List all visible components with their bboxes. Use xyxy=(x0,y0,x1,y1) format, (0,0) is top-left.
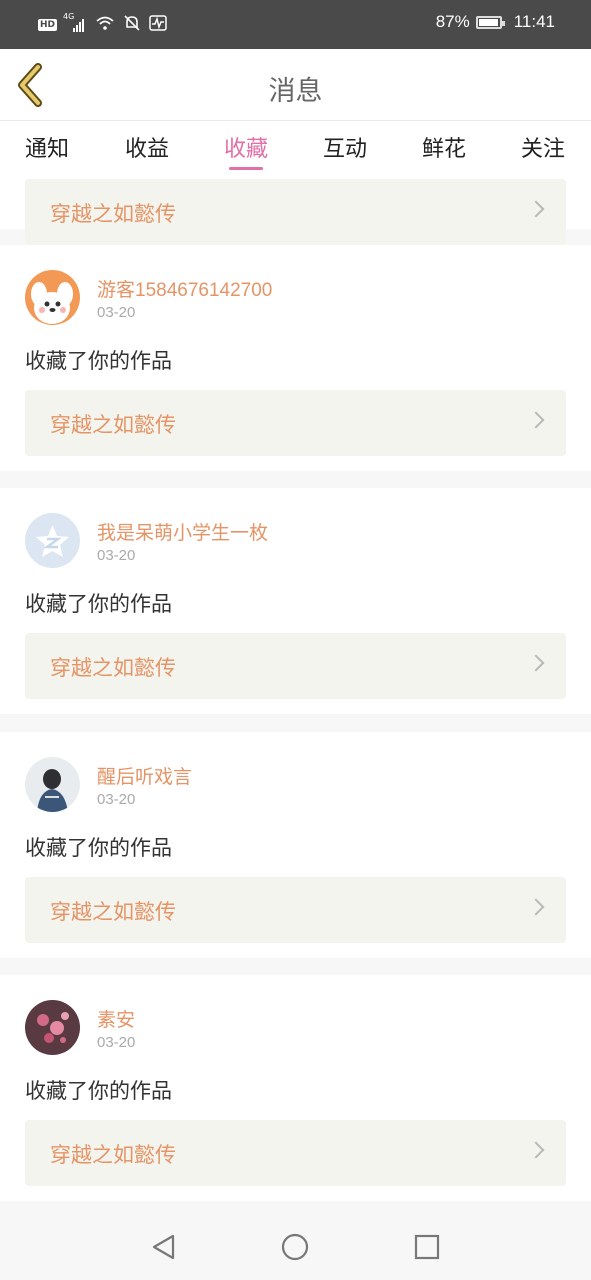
work-title: 穿越之如懿传 xyxy=(50,413,176,437)
feed-card-partial: 穿越之如懿传 xyxy=(0,179,591,245)
date: 03-20 xyxy=(97,547,136,564)
header: 消息 xyxy=(0,49,591,121)
tab-follow[interactable]: 关注 xyxy=(508,131,578,163)
back-triangle-icon[interactable] xyxy=(150,1233,178,1261)
default-star-avatar-icon[interactable] xyxy=(25,513,80,568)
chevron-right-icon xyxy=(527,200,545,218)
username[interactable]: 醒后听戏言 xyxy=(97,762,192,789)
active-tab-indicator xyxy=(229,167,263,170)
feed-card: 醒后听戏言 03-20 收藏了你的作品 穿越之如懿传 xyxy=(0,732,591,958)
work-link[interactable]: 穿越之如懿传 xyxy=(25,390,566,456)
chevron-right-icon xyxy=(527,1141,545,1159)
network-type: 4G xyxy=(63,12,75,21)
username[interactable]: 素安 xyxy=(97,1005,135,1032)
feed-card: 素安 03-20 收藏了你的作品 穿越之如懿传 xyxy=(0,975,591,1201)
tab-label: 收藏 xyxy=(223,137,268,162)
chevron-right-icon xyxy=(527,654,545,672)
chevron-right-icon xyxy=(527,411,545,429)
mute-icon xyxy=(123,14,141,36)
action-text: 收藏了你的作品 xyxy=(25,592,172,616)
feed-card: 我是呆萌小学生一枚 03-20 收藏了你的作品 穿越之如懿传 xyxy=(0,488,591,714)
signal-icon: 4G xyxy=(63,12,87,33)
puppy-avatar-icon[interactable] xyxy=(25,270,80,325)
tab-flowers[interactable]: 鲜花 xyxy=(409,131,479,163)
tab-favorites[interactable]: 收藏 xyxy=(211,131,281,170)
tab-bar: 通知 收益 收藏 互动 鲜花 关注 xyxy=(0,121,591,179)
tab-label: 收益 xyxy=(124,137,169,162)
tab-label: 通知 xyxy=(24,137,69,162)
tab-interaction[interactable]: 互动 xyxy=(310,131,380,163)
username[interactable]: 游客1584676142700 xyxy=(97,275,272,302)
girl-photo-avatar[interactable] xyxy=(25,757,80,812)
work-title: 穿越之如懿传 xyxy=(50,202,176,226)
date: 03-20 xyxy=(97,304,136,321)
hd-badge: HD xyxy=(38,19,58,31)
page-title: 消息 xyxy=(268,76,323,107)
wifi-icon xyxy=(95,15,115,35)
recents-square-icon[interactable] xyxy=(413,1233,441,1261)
status-icons-right: 87% 11:41 xyxy=(436,12,555,32)
work-link[interactable]: 穿越之如懿传 xyxy=(25,179,566,245)
action-text: 收藏了你的作品 xyxy=(25,349,172,373)
username[interactable]: 我是呆萌小学生一枚 xyxy=(97,518,268,545)
clock: 11:41 xyxy=(513,12,555,31)
tab-label: 关注 xyxy=(520,137,565,162)
tab-earnings[interactable]: 收益 xyxy=(112,131,182,163)
work-link[interactable]: 穿越之如懿传 xyxy=(25,1120,566,1186)
flower-photo-avatar[interactable] xyxy=(25,1000,80,1055)
tab-label: 互动 xyxy=(322,137,367,162)
status-bar: HD 4G 87% 11:41 xyxy=(0,0,591,49)
action-text: 收藏了你的作品 xyxy=(25,836,172,860)
tab-notice[interactable]: 通知 xyxy=(12,131,82,163)
status-icons-left: HD 4G xyxy=(38,12,167,36)
battery-icon xyxy=(475,15,505,29)
feed-card: 游客1584676142700 03-20 收藏了你的作品 穿越之如懿传 xyxy=(0,245,591,471)
chevron-right-icon xyxy=(527,898,545,916)
action-text: 收藏了你的作品 xyxy=(25,1079,172,1103)
date: 03-20 xyxy=(97,1034,136,1051)
date: 03-20 xyxy=(97,791,136,808)
battery-percent: 87% xyxy=(435,12,470,31)
tab-label: 鲜花 xyxy=(421,137,466,162)
work-title: 穿越之如懿传 xyxy=(50,1143,176,1167)
work-title: 穿越之如懿传 xyxy=(50,900,176,924)
system-nav-bar xyxy=(0,1212,591,1280)
work-title: 穿越之如懿传 xyxy=(50,656,176,680)
work-link[interactable]: 穿越之如懿传 xyxy=(25,877,566,943)
home-circle-icon[interactable] xyxy=(281,1233,309,1261)
favorites-feed[interactable]: 穿越之如懿传 游客1584676142700 03-20 收藏了你的作品 穿越之… xyxy=(0,179,591,1212)
activity-icon xyxy=(149,15,167,35)
work-link[interactable]: 穿越之如懿传 xyxy=(25,633,566,699)
